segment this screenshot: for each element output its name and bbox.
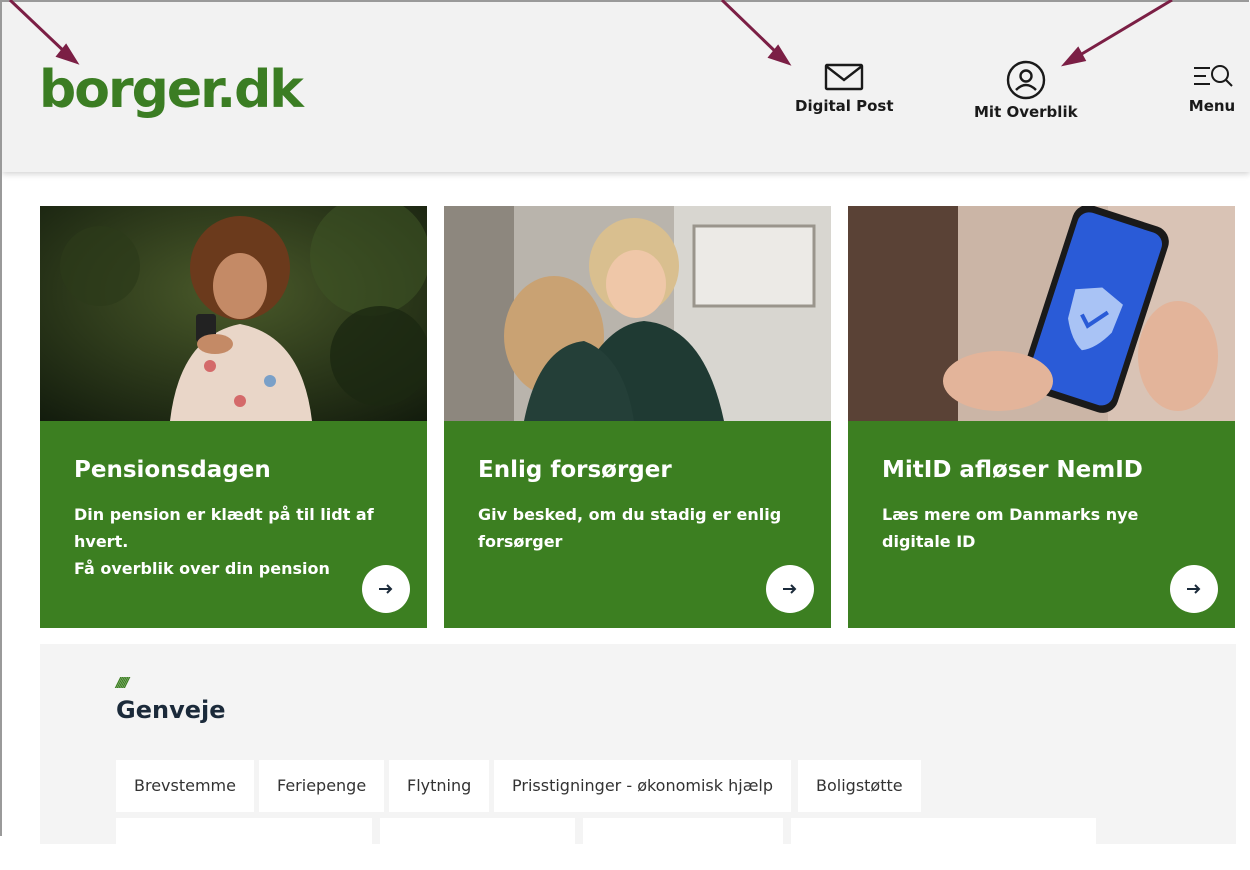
logo[interactable]: borger.dk xyxy=(39,50,304,130)
site-header: borger.dk Digital Post Mit Overblik Menu xyxy=(2,2,1250,172)
card-text-line1: Din pension er klædt på til lidt af hver… xyxy=(74,505,374,551)
arrow-right-icon xyxy=(783,584,797,594)
digital-post-label: Digital Post xyxy=(795,97,894,115)
card-title: Enlig forsørger xyxy=(478,457,672,483)
card-text-line1: Læs mere om Danmarks nye digitale ID xyxy=(882,505,1139,551)
menu-search-icon xyxy=(1194,65,1233,87)
mit-overblik-button[interactable]: Mit Overblik xyxy=(974,60,1078,121)
card-title: Pensionsdagen xyxy=(74,457,271,483)
menu-label: Menu xyxy=(1188,97,1236,115)
card-image-phone-mitid xyxy=(848,206,1235,421)
arrow-right-icon xyxy=(1187,584,1201,594)
card-body: Pensionsdagen Din pension er klædt på ti… xyxy=(40,421,427,628)
shortcuts-section: ////// Genveje Brevstemme Feriepenge Fly… xyxy=(40,644,1236,870)
card-text-line2: Få overblik over din pension xyxy=(74,559,330,578)
card-arrow-button[interactable] xyxy=(766,565,814,613)
shortcut-chip-partial[interactable] xyxy=(791,818,1096,870)
envelope-icon xyxy=(825,63,864,91)
card-title: MitID afløser NemID xyxy=(882,457,1143,483)
card-image-woman-phone xyxy=(40,206,427,421)
shortcut-boligstotte[interactable]: Boligstøtte xyxy=(798,760,921,812)
card-arrow-button[interactable] xyxy=(1170,565,1218,613)
card-enlig-forsorger[interactable]: Enlig forsørger Giv besked, om du stadig… xyxy=(444,206,831,628)
shortcut-chip-partial[interactable] xyxy=(380,818,575,870)
shortcut-feriepenge[interactable]: Feriepenge xyxy=(259,760,385,812)
shortcut-flytning[interactable]: Flytning xyxy=(389,760,490,812)
digital-post-button[interactable]: Digital Post xyxy=(795,60,894,115)
card-text: Din pension er klædt på til lidt af hver… xyxy=(74,501,394,582)
user-circle-icon xyxy=(1006,60,1045,100)
card-text: Giv besked, om du stadig er enlig forsør… xyxy=(478,501,798,555)
card-arrow-button[interactable] xyxy=(362,565,410,613)
shortcuts-title: Genveje xyxy=(116,696,226,724)
card-pensionsdagen[interactable]: Pensionsdagen Din pension er klædt på ti… xyxy=(40,206,427,628)
card-image-children-hug xyxy=(444,206,831,421)
menu-button[interactable]: Menu xyxy=(1188,60,1236,115)
section-decoration: ////// xyxy=(116,676,129,691)
mit-overblik-label: Mit Overblik xyxy=(974,103,1078,121)
card-text-line1: Giv besked, om du stadig er enlig forsør… xyxy=(478,505,782,551)
arrow-right-icon xyxy=(379,584,393,594)
shortcut-chip-partial[interactable] xyxy=(116,818,372,870)
shortcut-chip-partial[interactable] xyxy=(583,818,783,870)
card-text: Læs mere om Danmarks nye digitale ID xyxy=(882,501,1202,555)
card-body: MitID afløser NemID Læs mere om Danmarks… xyxy=(848,421,1235,628)
shortcut-brevstemme[interactable]: Brevstemme xyxy=(116,760,254,812)
shortcut-prisstigninger[interactable]: Prisstigninger - økonomisk hjælp xyxy=(494,760,792,812)
card-body: Enlig forsørger Giv besked, om du stadig… xyxy=(444,421,831,628)
card-mitid[interactable]: MitID afløser NemID Læs mere om Danmarks… xyxy=(848,206,1235,628)
